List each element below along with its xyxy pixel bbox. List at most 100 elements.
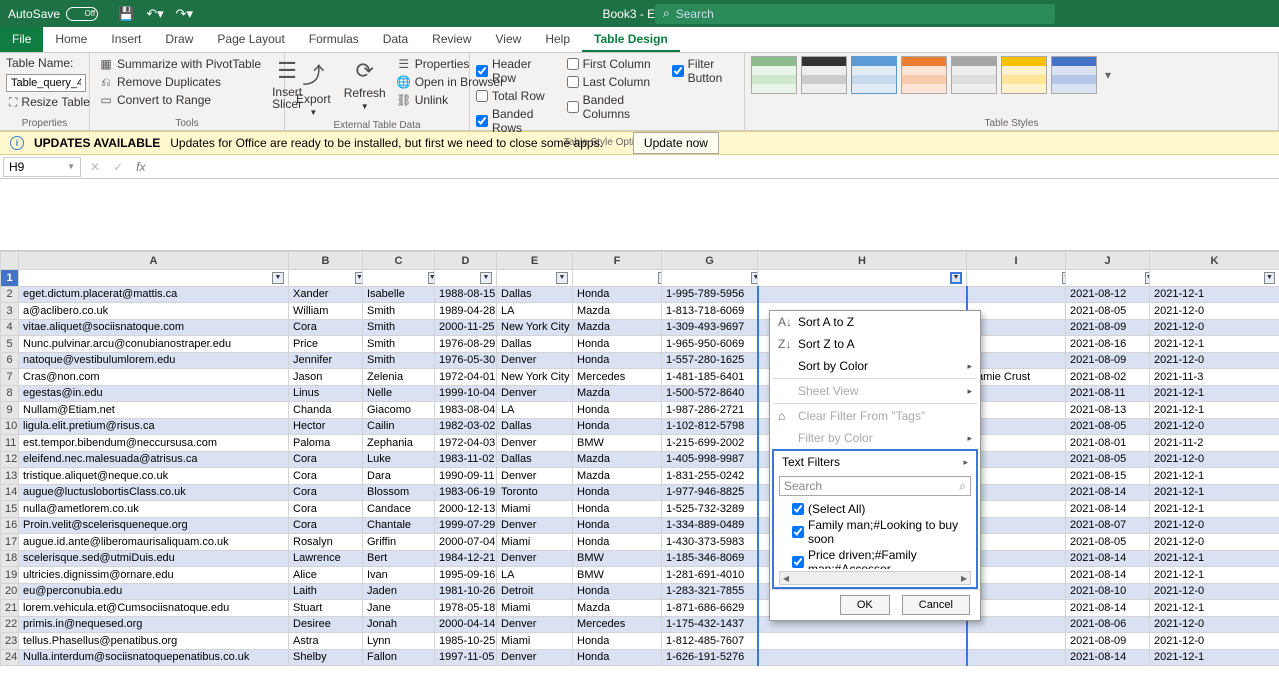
column-header-I[interactable]: I	[967, 252, 1066, 270]
cell[interactable]: 1999-07-29	[435, 517, 497, 534]
cell[interactable]: Honda	[573, 649, 662, 666]
cell[interactable]: 1976-05-30	[435, 352, 497, 369]
autosave-toggle[interactable]: Off	[66, 7, 98, 21]
cell[interactable]: Mazda	[573, 385, 662, 402]
cell[interactable]: Laith	[289, 583, 363, 600]
column-header-K[interactable]: K	[1150, 252, 1279, 270]
cell[interactable]: LA	[497, 303, 573, 320]
cell[interactable]: Cora	[289, 468, 363, 485]
tab-help[interactable]: Help	[533, 27, 582, 52]
ok-button[interactable]: OK	[840, 595, 890, 615]
cell[interactable]	[967, 550, 1066, 567]
cell[interactable]: 2021-12-0	[1150, 583, 1279, 600]
first-column-checkbox[interactable]: First Column	[567, 56, 656, 72]
cell[interactable]	[967, 435, 1066, 452]
cell[interactable]: 2021-12-1	[1150, 550, 1279, 567]
cell[interactable]: 1-102-812-5798	[662, 418, 758, 435]
cell[interactable]: 1-965-950-6069	[662, 336, 758, 353]
cell[interactable]: egestas@in.edu	[19, 385, 289, 402]
cell[interactable]: 1-481-185-6401	[662, 369, 758, 386]
cell[interactable]: Fallon	[363, 649, 435, 666]
filter-item[interactable]: Price driven;#Family man;#Accessor	[792, 547, 971, 569]
cell[interactable]: Mazda	[573, 319, 662, 336]
cell[interactable]: 1983-08-04	[435, 402, 497, 419]
cell[interactable]: Jennifer	[289, 352, 363, 369]
save-icon[interactable]: 💾	[118, 6, 134, 22]
cell[interactable]: 1-283-321-7855	[662, 583, 758, 600]
cell[interactable]: New York City	[497, 369, 573, 386]
cell[interactable]: 2021-12-1	[1150, 402, 1279, 419]
cell[interactable]: Honda	[573, 336, 662, 353]
cell[interactable]: 2021-08-05	[1066, 534, 1150, 551]
cell[interactable]: eget.dictum.placerat@mattis.ca	[19, 286, 289, 303]
sort-az-button[interactable]: A↓Sort A to Z	[770, 311, 980, 333]
row-header[interactable]: 8	[1, 385, 19, 402]
filter-item[interactable]: (Select All)	[792, 501, 971, 517]
cell[interactable]: Honda	[573, 352, 662, 369]
tab-data[interactable]: Data	[371, 27, 420, 52]
text-filters-button[interactable]: Text Filters▸	[774, 451, 976, 473]
cell[interactable]: 2021-12-0	[1150, 616, 1279, 633]
cell[interactable]: Alice	[289, 567, 363, 584]
cell[interactable]: Honda	[573, 517, 662, 534]
cell[interactable]: Rosalyn	[289, 534, 363, 551]
cell[interactable]: 1-175-432-1437	[662, 616, 758, 633]
row-header[interactable]: 3	[1, 303, 19, 320]
cell[interactable]: 2021-12-0	[1150, 534, 1279, 551]
banded-columns-checkbox[interactable]: Banded Columns	[567, 92, 656, 122]
cell[interactable]: 2021-12-0	[1150, 633, 1279, 650]
sort-color-button[interactable]: Sort by Color▸	[770, 355, 980, 377]
last-column-checkbox[interactable]: Last Column	[567, 74, 656, 90]
filter-search-input[interactable]: Search ⌕	[779, 476, 971, 496]
cell[interactable]: Astra	[289, 633, 363, 650]
cell[interactable]: 1989-04-28	[435, 303, 497, 320]
style-swatch[interactable]	[851, 56, 897, 94]
cell[interactable]: Mazda	[573, 303, 662, 320]
cell[interactable]: Mercedes	[573, 616, 662, 633]
cell[interactable]: Cailin	[363, 418, 435, 435]
cell[interactable]: 1-987-286-2721	[662, 402, 758, 419]
cell[interactable]: 2000-07-04	[435, 534, 497, 551]
cell[interactable]: 2021-08-14	[1066, 484, 1150, 501]
remove-duplicates-button[interactable]: ⎌Remove Duplicates	[96, 74, 264, 90]
cell[interactable]: Mazda	[573, 451, 662, 468]
cell[interactable]: 2021-08-14	[1066, 550, 1150, 567]
cell[interactable]: Miami	[497, 633, 573, 650]
cell[interactable]: Jonah	[363, 616, 435, 633]
cell[interactable]: Dara	[363, 468, 435, 485]
cell[interactable]: 2021-12-1	[1150, 600, 1279, 617]
column-header-H[interactable]: H	[758, 252, 967, 270]
style-swatch[interactable]	[1051, 56, 1097, 94]
row-header[interactable]: 23	[1, 633, 19, 650]
resize-table-button[interactable]: ⛶Resize Table	[6, 94, 83, 110]
cell[interactable]: 1990-09-11	[435, 468, 497, 485]
summarize-pivot-button[interactable]: ▦Summarize with PivotTable	[96, 56, 264, 72]
row-header[interactable]: 7	[1, 369, 19, 386]
cell[interactable]: 2021-08-09	[1066, 352, 1150, 369]
cell[interactable]	[758, 649, 967, 666]
filter-item[interactable]: Family man;#Looking to buy soon	[792, 517, 971, 547]
cell[interactable]: Honda	[573, 418, 662, 435]
column-header-F[interactable]: F	[573, 252, 662, 270]
cell[interactable]: Lynn	[363, 633, 435, 650]
cell[interactable]: 2021-12-1	[1150, 484, 1279, 501]
row-header[interactable]: 10	[1, 418, 19, 435]
cell[interactable]: Denver	[497, 468, 573, 485]
cell[interactable]: 2021-08-06	[1066, 616, 1150, 633]
name-box[interactable]: H9 ▼	[3, 157, 81, 177]
cell[interactable]	[967, 633, 1066, 650]
table-styles-gallery[interactable]: ▾	[751, 56, 1272, 94]
cell[interactable]	[967, 534, 1066, 551]
cell[interactable]: 1-813-718-6069	[662, 303, 758, 320]
row-header[interactable]: 14	[1, 484, 19, 501]
cell[interactable]: 1-977-946-8825	[662, 484, 758, 501]
cell[interactable]: 2021-08-11	[1066, 385, 1150, 402]
row-header[interactable]: 2	[1, 286, 19, 303]
search-input[interactable]	[676, 7, 1047, 21]
row-header[interactable]: 1	[1, 270, 19, 287]
cell[interactable]: 2021-08-14	[1066, 501, 1150, 518]
cell[interactable]	[967, 616, 1066, 633]
column-header-A[interactable]: A	[19, 252, 289, 270]
cell[interactable]: Honda	[573, 402, 662, 419]
row-header[interactable]: 13	[1, 468, 19, 485]
